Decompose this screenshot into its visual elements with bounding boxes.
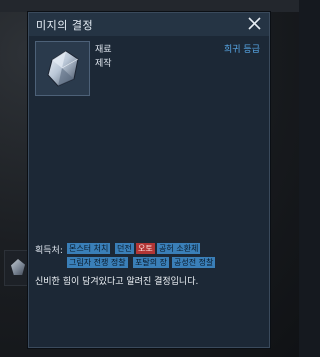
- source-label: 획득처:: [35, 246, 63, 256]
- crystal-icon: [47, 50, 79, 87]
- item-title: 미지의 결정: [36, 19, 94, 32]
- source-tag-portal[interactable]: 포탈의 장: [133, 257, 169, 268]
- source-tag-siege[interactable]: 공성전 정찰: [172, 257, 216, 268]
- source-tag-dungeon[interactable]: 던전: [115, 243, 134, 254]
- item-tooltip: 미지의 결정 재료 제작 희귀 등급 획득처: 몬스터 처치 던전 오토 공허 …: [28, 12, 270, 348]
- item-icon-frame: [35, 41, 90, 96]
- source-tag-monster[interactable]: 몬스터 처치: [67, 243, 111, 254]
- crystal-shard-icon: [11, 259, 25, 275]
- source-tag-void[interactable]: 공허 소환체: [157, 243, 201, 254]
- item-subcategory: 제작: [95, 59, 112, 69]
- close-icon: [248, 17, 261, 30]
- item-description: 신비한 힘이 담겨있다고 알려진 결정입니다.: [35, 277, 199, 287]
- close-button[interactable]: [246, 15, 263, 32]
- source-tag-shadow-war[interactable]: 그림자 전쟁 정찰: [67, 257, 128, 268]
- source-tag-auto[interactable]: 오토: [136, 243, 155, 254]
- item-grade: 희귀 등급: [224, 45, 260, 55]
- item-category: 재료: [95, 45, 112, 55]
- top-bar-background: [0, 0, 299, 12]
